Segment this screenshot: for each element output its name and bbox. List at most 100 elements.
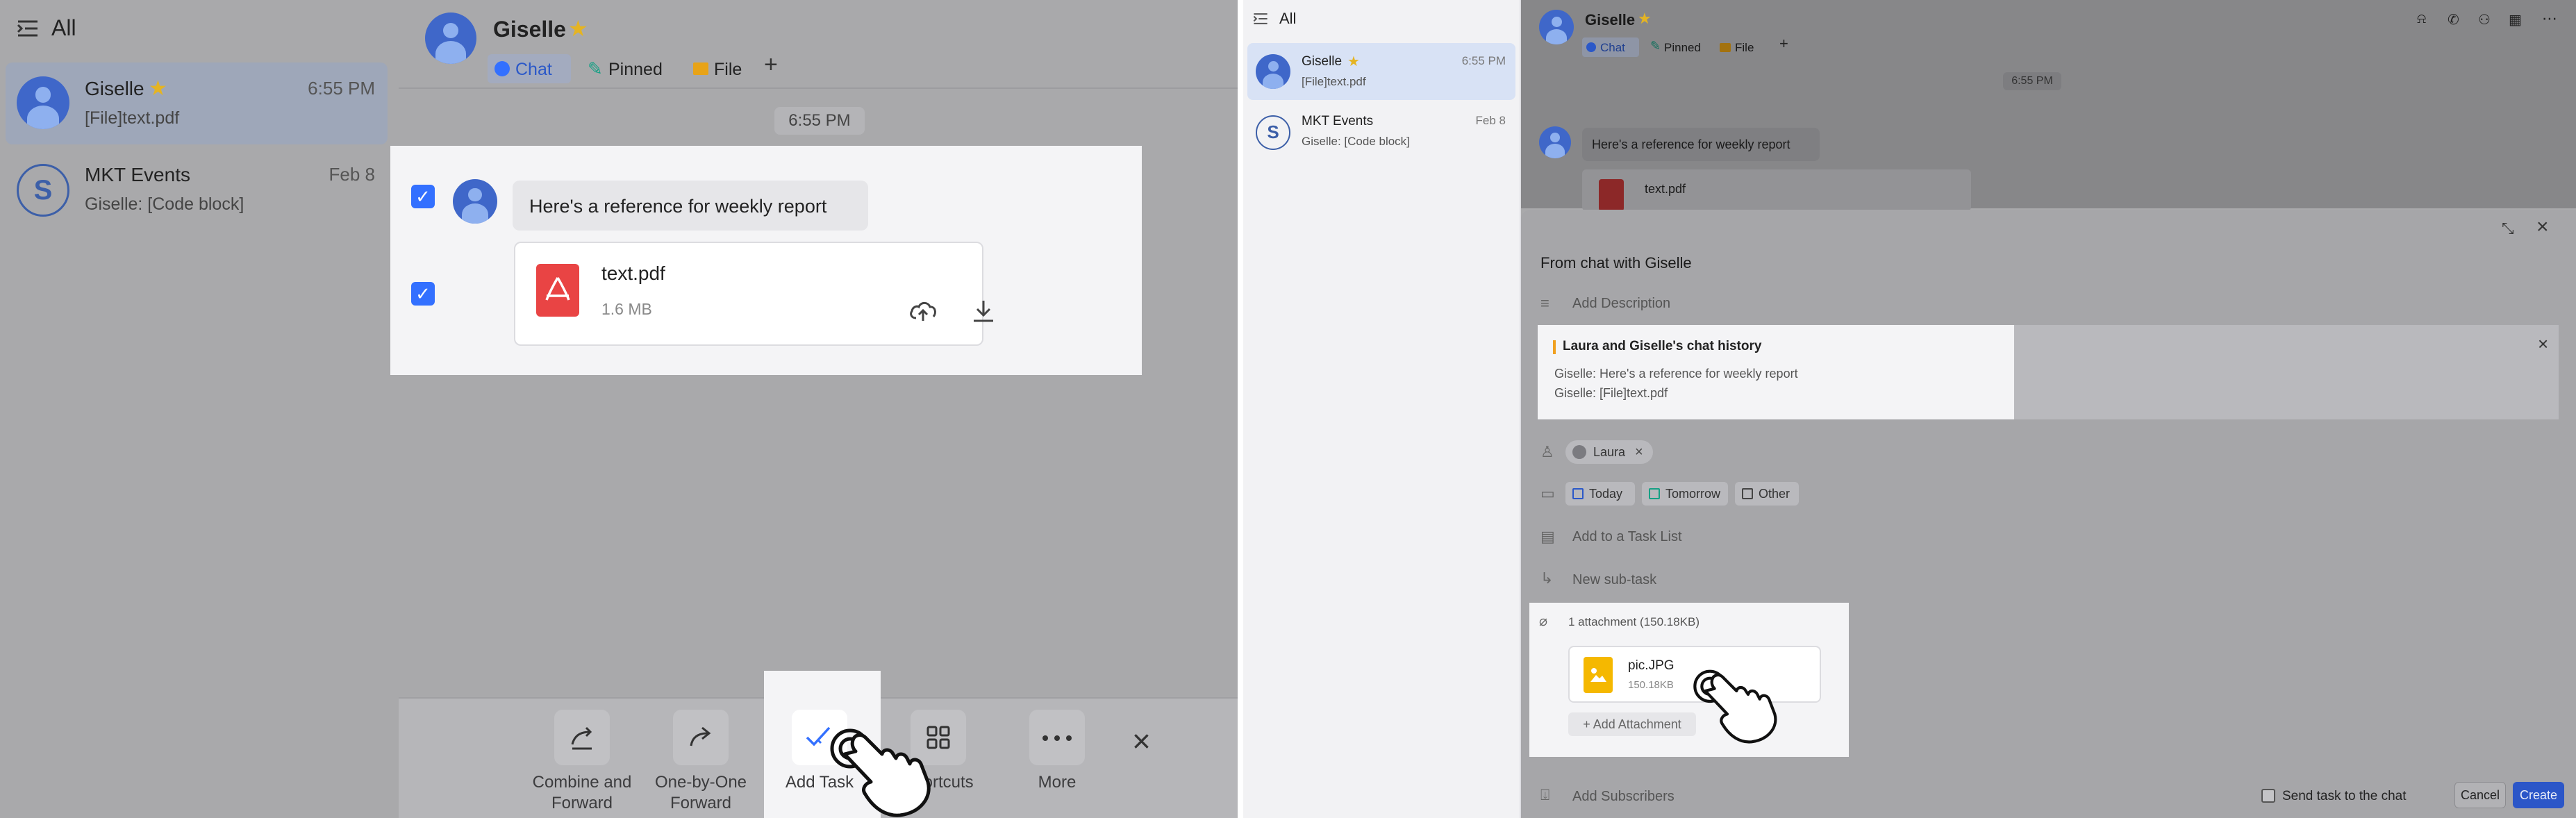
star-icon: ★ [149, 77, 167, 100]
chat-name: MKT Events [85, 164, 190, 185]
tab-label: File [714, 60, 742, 79]
send-to-chat-checkbox[interactable] [2261, 789, 2275, 803]
more-icon[interactable]: ⋯ [2542, 10, 2557, 28]
due-other-chip[interactable]: Other [1735, 482, 1799, 506]
chat-time: 6:55 PM [1461, 54, 1506, 67]
subscriber-icon: ⍗ [1540, 786, 1550, 803]
chat-bubble-icon [495, 61, 510, 76]
more-button[interactable] [1029, 710, 1085, 765]
tab-label: Chat [515, 60, 552, 79]
timestamp-pill: 6:55 PM [774, 107, 865, 135]
file-name: text.pdf [601, 262, 665, 284]
assignee-name: Laura [1593, 445, 1626, 459]
add-attachment-button[interactable]: + Add Attachment [1568, 712, 1696, 736]
due-today-chip[interactable]: Today [1565, 482, 1635, 506]
description-icon: ≡ [1540, 294, 1549, 312]
chat-sidebar: All Giselle ★ 6:55 PM [File]text.pdf S M… [0, 0, 399, 818]
add-task-list[interactable]: Add to a Task List [1572, 529, 1682, 545]
calendar-icon [1742, 488, 1753, 499]
calendar-icon [1649, 488, 1660, 499]
toolbar-label: Combine and Forward [532, 773, 632, 812]
message-checkbox[interactable]: ✓ [411, 185, 435, 208]
cloud-upload-icon[interactable] [908, 299, 938, 327]
file-checkbox[interactable]: ✓ [411, 282, 435, 306]
toolbar-label: One-by-One Forward [654, 773, 747, 812]
avatar [1539, 10, 1574, 44]
pin-icon: ✎ [588, 58, 603, 79]
button-label: Cancel [2460, 788, 2500, 802]
chat-item-giselle[interactable]: Giselle ★ 6:55 PM [File]text.pdf [6, 62, 388, 144]
remove-history-icon[interactable]: × [2538, 333, 2548, 355]
chat-sidebar: All Giselle ★ 6:55 PM [File]text.pdf S M… [1243, 0, 1521, 818]
sidebar-title: All [1279, 10, 1297, 27]
avatar: S [1256, 115, 1290, 150]
chip-label: Today [1589, 487, 1623, 501]
combine-forward-button[interactable] [554, 710, 610, 765]
image-file-icon [1584, 657, 1613, 693]
bell-icon[interactable]: ⍾ [2417, 11, 2426, 27]
chat-history-line: Giselle: Here's a reference for weekly r… [1554, 367, 1798, 381]
due-tomorrow-chip[interactable]: Tomorrow [1642, 482, 1728, 506]
chip-label: Tomorrow [1665, 487, 1721, 501]
chat-preview: [File]text.pdf [1302, 75, 1366, 88]
tab-file[interactable]: File [1718, 37, 1767, 57]
tab-chat[interactable]: Chat [1582, 37, 1639, 57]
pointer-hand-icon [830, 728, 931, 817]
filter-icon[interactable] [1253, 12, 1268, 28]
pin-icon: ✎ [1650, 39, 1661, 53]
tab-pinned[interactable]: ✎ Pinned [1649, 37, 1711, 57]
chat-item-mkt-events[interactable]: S MKT Events Feb 8 Giselle: [Code block] [6, 150, 388, 232]
pointer-hand-icon [1693, 669, 1777, 744]
close-icon[interactable]: × [1132, 722, 1151, 760]
download-icon[interactable] [971, 299, 996, 327]
add-tab-button[interactable]: + [1779, 35, 1788, 53]
avatar: S [17, 164, 69, 217]
tab-label: File [1735, 41, 1754, 54]
add-tab-button[interactable]: + [764, 51, 778, 78]
phone-icon[interactable]: ✆ [2448, 11, 2459, 28]
chat-item-mkt-events[interactable]: S MKT Events Feb 8 Giselle: [Code block] [1247, 104, 1515, 161]
tab-chat[interactable]: Chat [488, 54, 571, 83]
avatar [1256, 54, 1290, 89]
pdf-icon [536, 264, 579, 317]
tab-pinned[interactable]: ✎ Pinned [583, 54, 674, 83]
remove-assignee-icon[interactable]: × [1635, 440, 1643, 464]
new-subtask[interactable]: New sub-task [1572, 572, 1656, 588]
file-card[interactable]: text.pdf 1.6 MB [514, 242, 993, 346]
file-name: text.pdf [1645, 182, 1686, 196]
calendar-icon [1572, 488, 1584, 499]
cancel-button[interactable]: Cancel [2454, 782, 2506, 808]
calendar-icon: ▭ [1540, 485, 1555, 502]
filter-icon[interactable] [17, 19, 39, 37]
close-icon[interactable]: × [2536, 215, 2549, 239]
file-card[interactable]: text.pdf [1582, 169, 1971, 211]
timestamp: 6:55 PM [788, 111, 851, 130]
right-screen: All Giselle ★ 6:55 PM [File]text.pdf S M… [1243, 0, 2576, 818]
chat-title: Giselle [493, 17, 566, 42]
accent-bar [1553, 340, 1556, 354]
user-add-icon[interactable]: ⚇ [2478, 11, 2491, 28]
tab-label: Pinned [1664, 41, 1701, 54]
minimize-icon[interactable]: ⤡ [2502, 219, 2514, 237]
chat-history-highlight: Laura and Giselle's chat history Giselle… [1538, 325, 2014, 419]
attachment-count: 1 attachment (150.18KB) [1568, 615, 1700, 628]
add-subscribers[interactable]: Add Subscribers [1572, 789, 1675, 805]
chat-bubble-icon [1586, 42, 1596, 52]
tab-file[interactable]: File [690, 54, 760, 83]
header-icons: ⍾ ✆ ⚇ ▦ ⋯ [2417, 10, 2570, 32]
avatar [425, 12, 476, 64]
chat-preview: Giselle: [Code block] [1302, 135, 1410, 148]
assignee-chip[interactable]: Laura × [1565, 440, 1653, 464]
chat-item-giselle[interactable]: Giselle ★ 6:55 PM [File]text.pdf [1247, 43, 1515, 100]
create-button[interactable]: Create [2513, 782, 2564, 808]
button-label: + Add Attachment [1583, 717, 1681, 731]
avatar [1539, 126, 1571, 158]
chat-title: Giselle [1585, 11, 1636, 28]
description-input[interactable]: Add Description [1572, 296, 1670, 312]
chat-preview: [File]text.pdf [85, 108, 180, 128]
chip-label: Other [1759, 487, 1790, 501]
pdf-icon [1599, 179, 1624, 211]
calendar-icon[interactable]: ▦ [2509, 11, 2522, 28]
avatar [453, 179, 497, 224]
one-by-one-forward-button[interactable] [673, 710, 729, 765]
